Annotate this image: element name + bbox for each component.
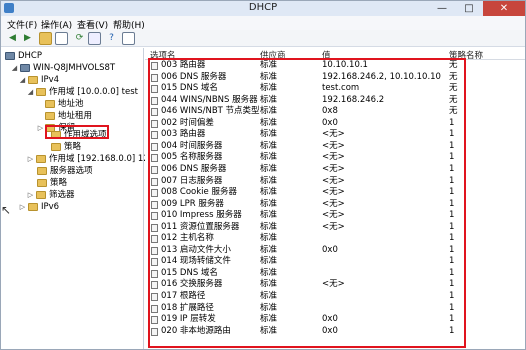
server-icon [20, 64, 30, 72]
folder-icon [36, 88, 46, 96]
mouse-cursor-icon: ↖ [1, 203, 12, 217]
menu-bar: 文件(F) 操作(A) 查看(V) 帮助(H) [1, 16, 525, 31]
close-button[interactable]: ✕ [483, 1, 525, 16]
navigation-tree: DHCP ◢ WIN-Q8JMHVOLS8T ◢ IPv4 ◢ 作用域 [10.… [1, 48, 154, 349]
options-highlight [148, 58, 466, 348]
collapse-icon[interactable]: ◢ [27, 86, 34, 98]
expand-icon[interactable]: ▷ [27, 189, 34, 201]
title-bar: DHCP — □ ✕ [1, 1, 525, 16]
collapse-icon[interactable]: ◢ [19, 74, 26, 86]
folder-icon [51, 143, 61, 151]
dhcp-window: DHCP — □ ✕ 文件(F) 操作(A) 查看(V) 帮助(H) ◀ ▶ ⟳… [0, 0, 526, 350]
scope-options-highlight [45, 125, 109, 139]
expand-icon[interactable]: ▷ [37, 122, 44, 134]
folder-icon [28, 203, 38, 211]
show-tree-icon[interactable] [55, 32, 68, 45]
expand-icon[interactable]: ▷ [19, 201, 26, 213]
folder-icon [36, 155, 46, 163]
help-icon[interactable]: ? [105, 32, 118, 45]
filter-icon [36, 191, 46, 199]
folder-icon [45, 100, 55, 108]
server-icon [5, 52, 15, 60]
collapse-icon[interactable]: ◢ [11, 62, 18, 74]
folder-icon [28, 76, 38, 84]
up-icon[interactable] [39, 32, 52, 45]
expand-icon[interactable]: ▷ [27, 153, 34, 165]
back-icon[interactable]: ◀ [6, 32, 19, 45]
folder-icon [37, 167, 47, 175]
properties-icon[interactable] [122, 32, 135, 45]
export-icon[interactable] [88, 32, 101, 45]
folder-icon [45, 112, 55, 120]
refresh-icon[interactable]: ⟳ [73, 32, 86, 45]
forward-icon[interactable]: ▶ [21, 32, 34, 45]
maximize-button[interactable]: □ [456, 1, 482, 16]
toolbar: ◀ ▶ ⟳ ? [1, 30, 525, 47]
minimize-button[interactable]: — [429, 1, 455, 16]
folder-icon [37, 179, 47, 187]
